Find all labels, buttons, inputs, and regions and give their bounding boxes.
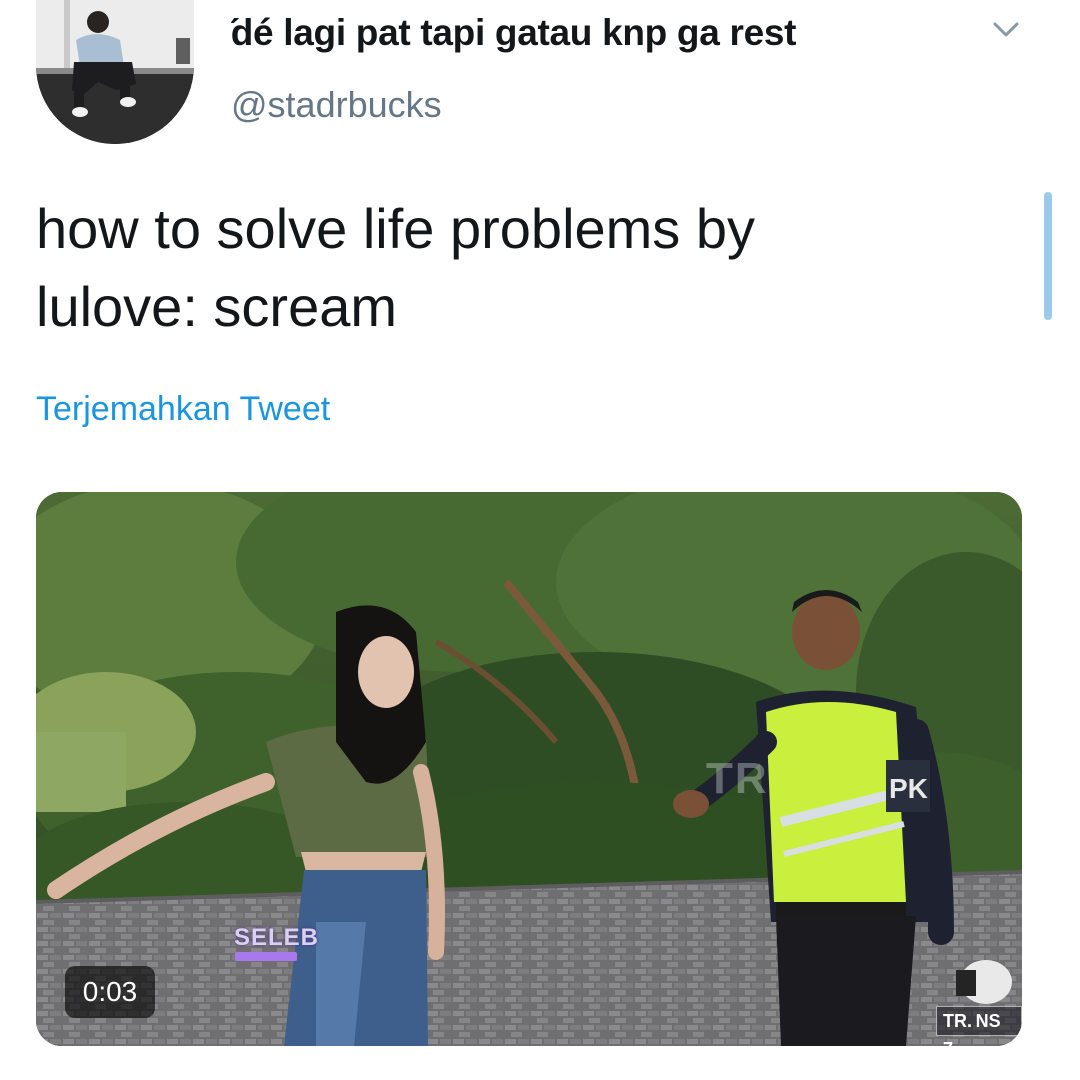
svg-text:PK: PK <box>889 773 928 804</box>
scroll-indicator[interactable] <box>1044 192 1052 320</box>
tweet-text-line: lulove: scream <box>36 275 398 338</box>
seleb-logo-bar <box>235 952 297 961</box>
channel-watermark: TR <box>706 754 769 803</box>
author-display-name[interactable]: ́dé lagi pat tapi gatau knp ga rest <box>231 12 796 54</box>
seleb-logo: SELEB <box>234 924 320 951</box>
avatar-photo <box>36 0 194 144</box>
video-duration-badge: 0:03 <box>65 966 155 1018</box>
chevron-down-icon[interactable] <box>988 14 1024 44</box>
tweet-text: how to solve life problems by lulove: sc… <box>36 190 996 346</box>
trans7-logo: TR. NS 7 <box>936 1006 1022 1046</box>
author-handle[interactable]: @stadrbucks <box>231 84 442 126</box>
avatar[interactable] <box>36 0 194 144</box>
tweet-text-line: how to solve life problems by <box>36 197 756 260</box>
video-player[interactable]: PK TR SELEB TR. NS 7 0:03 <box>36 492 1022 1046</box>
translate-tweet-link[interactable]: Terjemahkan Tweet <box>36 390 330 429</box>
video-thumbnail: PK <box>36 492 1022 1046</box>
